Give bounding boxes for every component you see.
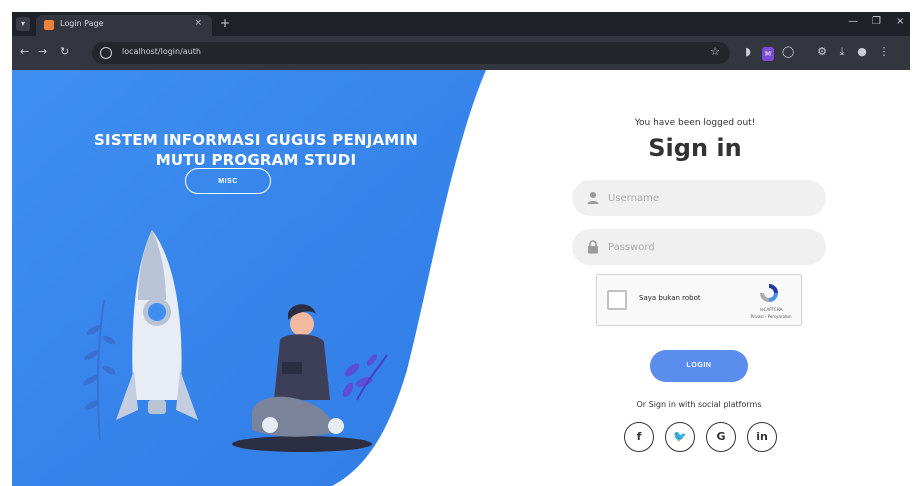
close-tab-icon[interactable]: ×: [194, 18, 202, 28]
profile-icon[interactable]: ●: [856, 45, 868, 59]
social-signin-text: Or Sign in with social platforms: [636, 400, 762, 409]
recaptcha-widget: Saya bukan robot reCAPTCHA Privasi - Per…: [596, 274, 802, 326]
extension-icon[interactable]: ◗: [742, 45, 754, 59]
hero-title-line-1: SISTEM INFORMASI GUGUS PENJAMIN: [94, 131, 418, 149]
hero-misc-button[interactable]: MISC: [185, 168, 271, 194]
reload-icon[interactable]: ↻: [60, 45, 69, 59]
left-margin: [0, 0, 12, 486]
back-icon[interactable]: ←: [20, 45, 29, 59]
site-info-icon[interactable]: [100, 47, 112, 59]
right-margin: [910, 0, 918, 486]
screen: ▾ Login Page × + — ❐ × ← → ↻ localhost/l…: [0, 0, 918, 486]
username-input[interactable]: [608, 180, 814, 216]
forward-icon[interactable]: →: [38, 45, 47, 59]
menu-icon[interactable]: ⋮: [878, 45, 890, 59]
linkedin-icon[interactable]: in: [747, 422, 777, 452]
browser-toolbar: ← → ↻ localhost/login/auth ☆ ◗ M ◯ ⚙ ⤓ ●…: [12, 36, 910, 70]
hero-title-line-2: MUTU PROGRAM STUDI: [155, 151, 357, 169]
browser-tab[interactable]: Login Page ×: [36, 15, 212, 36]
extension-purple-icon[interactable]: M: [762, 47, 774, 61]
username-field[interactable]: [572, 180, 826, 216]
recaptcha-label: Saya bukan robot: [639, 294, 701, 302]
tab-title: Login Page: [60, 19, 104, 28]
url-text[interactable]: localhost/login/auth: [122, 47, 201, 56]
recaptcha-terms-link[interactable]: Privasi - Persyaratan: [745, 314, 797, 319]
address-bar[interactable]: localhost/login/auth ☆: [92, 42, 730, 64]
tab-search-icon[interactable]: ▾: [16, 17, 30, 31]
recaptcha-logo-icon: [760, 284, 778, 302]
facebook-icon[interactable]: f: [624, 422, 654, 452]
google-icon[interactable]: G: [706, 422, 736, 452]
password-input[interactable]: [608, 229, 814, 265]
logged-out-message: You have been logged out!: [634, 118, 756, 128]
download-icon[interactable]: ⤓: [836, 45, 848, 59]
new-tab-button[interactable]: +: [220, 16, 230, 30]
puzzle-icon[interactable]: ⚙: [816, 45, 828, 59]
user-icon: [587, 192, 599, 204]
twitter-icon[interactable]: 🐦: [665, 422, 695, 452]
login-button[interactable]: LOGIN: [650, 350, 748, 382]
extension-outline-icon[interactable]: ◯: [782, 45, 794, 59]
minimize-button[interactable]: —: [848, 16, 858, 27]
signin-title: Sign in: [648, 134, 742, 162]
bookmark-star-icon[interactable]: ☆: [710, 45, 720, 58]
close-window-button[interactable]: ×: [896, 16, 904, 27]
password-field[interactable]: [572, 229, 826, 265]
maximize-button[interactable]: ❐: [872, 16, 881, 27]
favicon-icon: [44, 20, 54, 30]
hero-title: SISTEM INFORMASI GUGUS PENJAMIN MUTU PRO…: [56, 130, 456, 170]
lock-icon: [588, 240, 598, 254]
recaptcha-checkbox[interactable]: [607, 290, 627, 310]
recaptcha-brand: reCAPTCHA: [759, 307, 783, 312]
browser-tab-strip: ▾ Login Page × + — ❐ ×: [12, 12, 910, 36]
login-page: SISTEM INFORMASI GUGUS PENJAMIN MUTU PRO…: [12, 70, 910, 486]
